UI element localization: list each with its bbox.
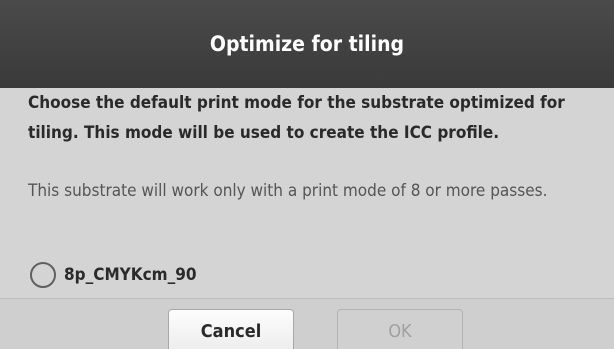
- print-mode-option-label: 8p_CMYKcm_90: [64, 265, 197, 285]
- optimize-for-tiling-dialog: Optimize for tiling Choose the default p…: [0, 0, 614, 349]
- instruction-text: Choose the default print mode for the su…: [28, 93, 565, 143]
- ok-button[interactable]: OK: [337, 309, 463, 349]
- constraint-note: This substrate will work only with a pri…: [28, 181, 548, 201]
- dialog-body: Choose the default print mode for the su…: [0, 88, 614, 298]
- radio-unchecked-icon[interactable]: [30, 262, 56, 288]
- dialog-title: Optimize for tiling: [209, 32, 405, 56]
- cancel-button[interactable]: Cancel: [168, 309, 294, 349]
- dialog-footer: Cancel OK: [0, 298, 614, 349]
- dialog-titlebar: Optimize for tiling: [0, 0, 614, 88]
- print-mode-option[interactable]: 8p_CMYKcm_90: [30, 259, 197, 291]
